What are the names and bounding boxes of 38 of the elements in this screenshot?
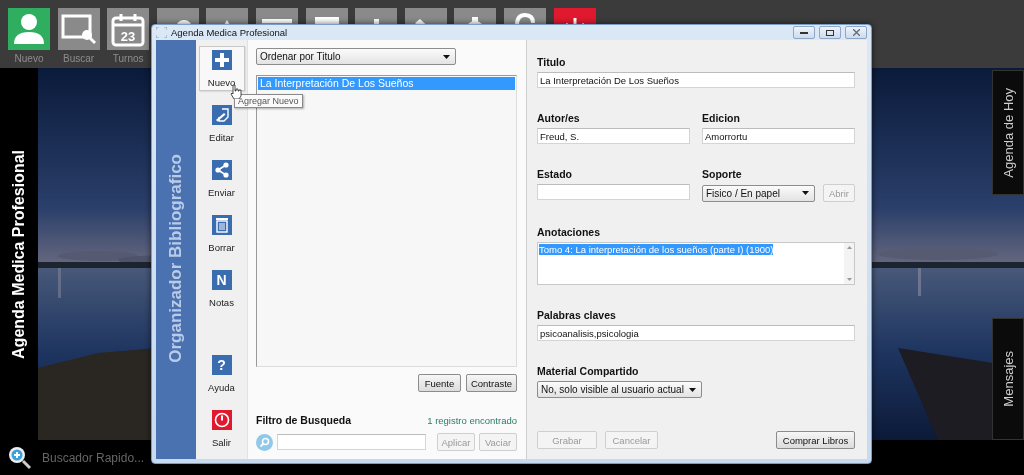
edition-field[interactable]: Amorrortu (702, 128, 855, 144)
notes-icon: N (211, 270, 232, 290)
tool-button[interactable]: ? Ayuda (198, 351, 245, 396)
tool-button[interactable]: Borrar (198, 211, 245, 256)
tool-button[interactable]: Enviar (198, 156, 245, 201)
button[interactable]: Contraste (466, 374, 517, 392)
app-title: Agenda Medica Profesional (10, 149, 28, 359)
field-label: Palabras claves (537, 309, 617, 321)
button[interactable]: Fuente (418, 374, 461, 392)
keywords-field[interactable]: psicoanalisis,psicologia (537, 325, 855, 341)
section-title: Filtro de Busqueda (256, 414, 352, 426)
tool-button[interactable]: Salir (198, 406, 245, 451)
field-label: Autor/es (537, 112, 581, 124)
field-label: Titulo (537, 56, 567, 68)
help-icon: ? (211, 355, 232, 375)
title-field[interactable]: La Interpretación De Los Sueños (537, 72, 855, 88)
side-tab[interactable]: Mensajes (992, 318, 1024, 440)
button[interactable]: Comprar Libros (776, 431, 855, 449)
tile-label: Nuevo (14, 53, 44, 64)
result-count: 1 registro encontrado (427, 414, 517, 426)
quick-search-field[interactable]: Buscador Rapido... (42, 450, 212, 465)
field-label: Material Compartido (537, 365, 640, 377)
tool-button[interactable]: N Notas (198, 266, 245, 311)
sort-dropdown[interactable]: Ordenar por Titulo (256, 48, 456, 65)
sharing-dropdown[interactable]: No, solo visible al usuario actual (537, 381, 702, 398)
window-title: Agenda Medica Profesional (171, 27, 288, 38)
field-label: Soporte (702, 168, 743, 180)
field-label: Estado (537, 168, 573, 180)
tile-label: Turnos (112, 53, 144, 64)
side-tab[interactable]: Agenda de Hoy (992, 70, 1024, 195)
field-label: Edicion (702, 112, 741, 124)
tile-label: Buscar (63, 53, 95, 64)
module-title: Organizador Bibliografico (166, 154, 186, 363)
tooltip: Agregar Nuevo (234, 94, 303, 108)
tool-button[interactable]: Nuevo (198, 46, 245, 91)
author-field[interactable]: Freud, S. (537, 128, 690, 144)
field-label: Anotaciones (537, 226, 601, 238)
support-dropdown[interactable]: Fisico / En papel (702, 184, 815, 202)
